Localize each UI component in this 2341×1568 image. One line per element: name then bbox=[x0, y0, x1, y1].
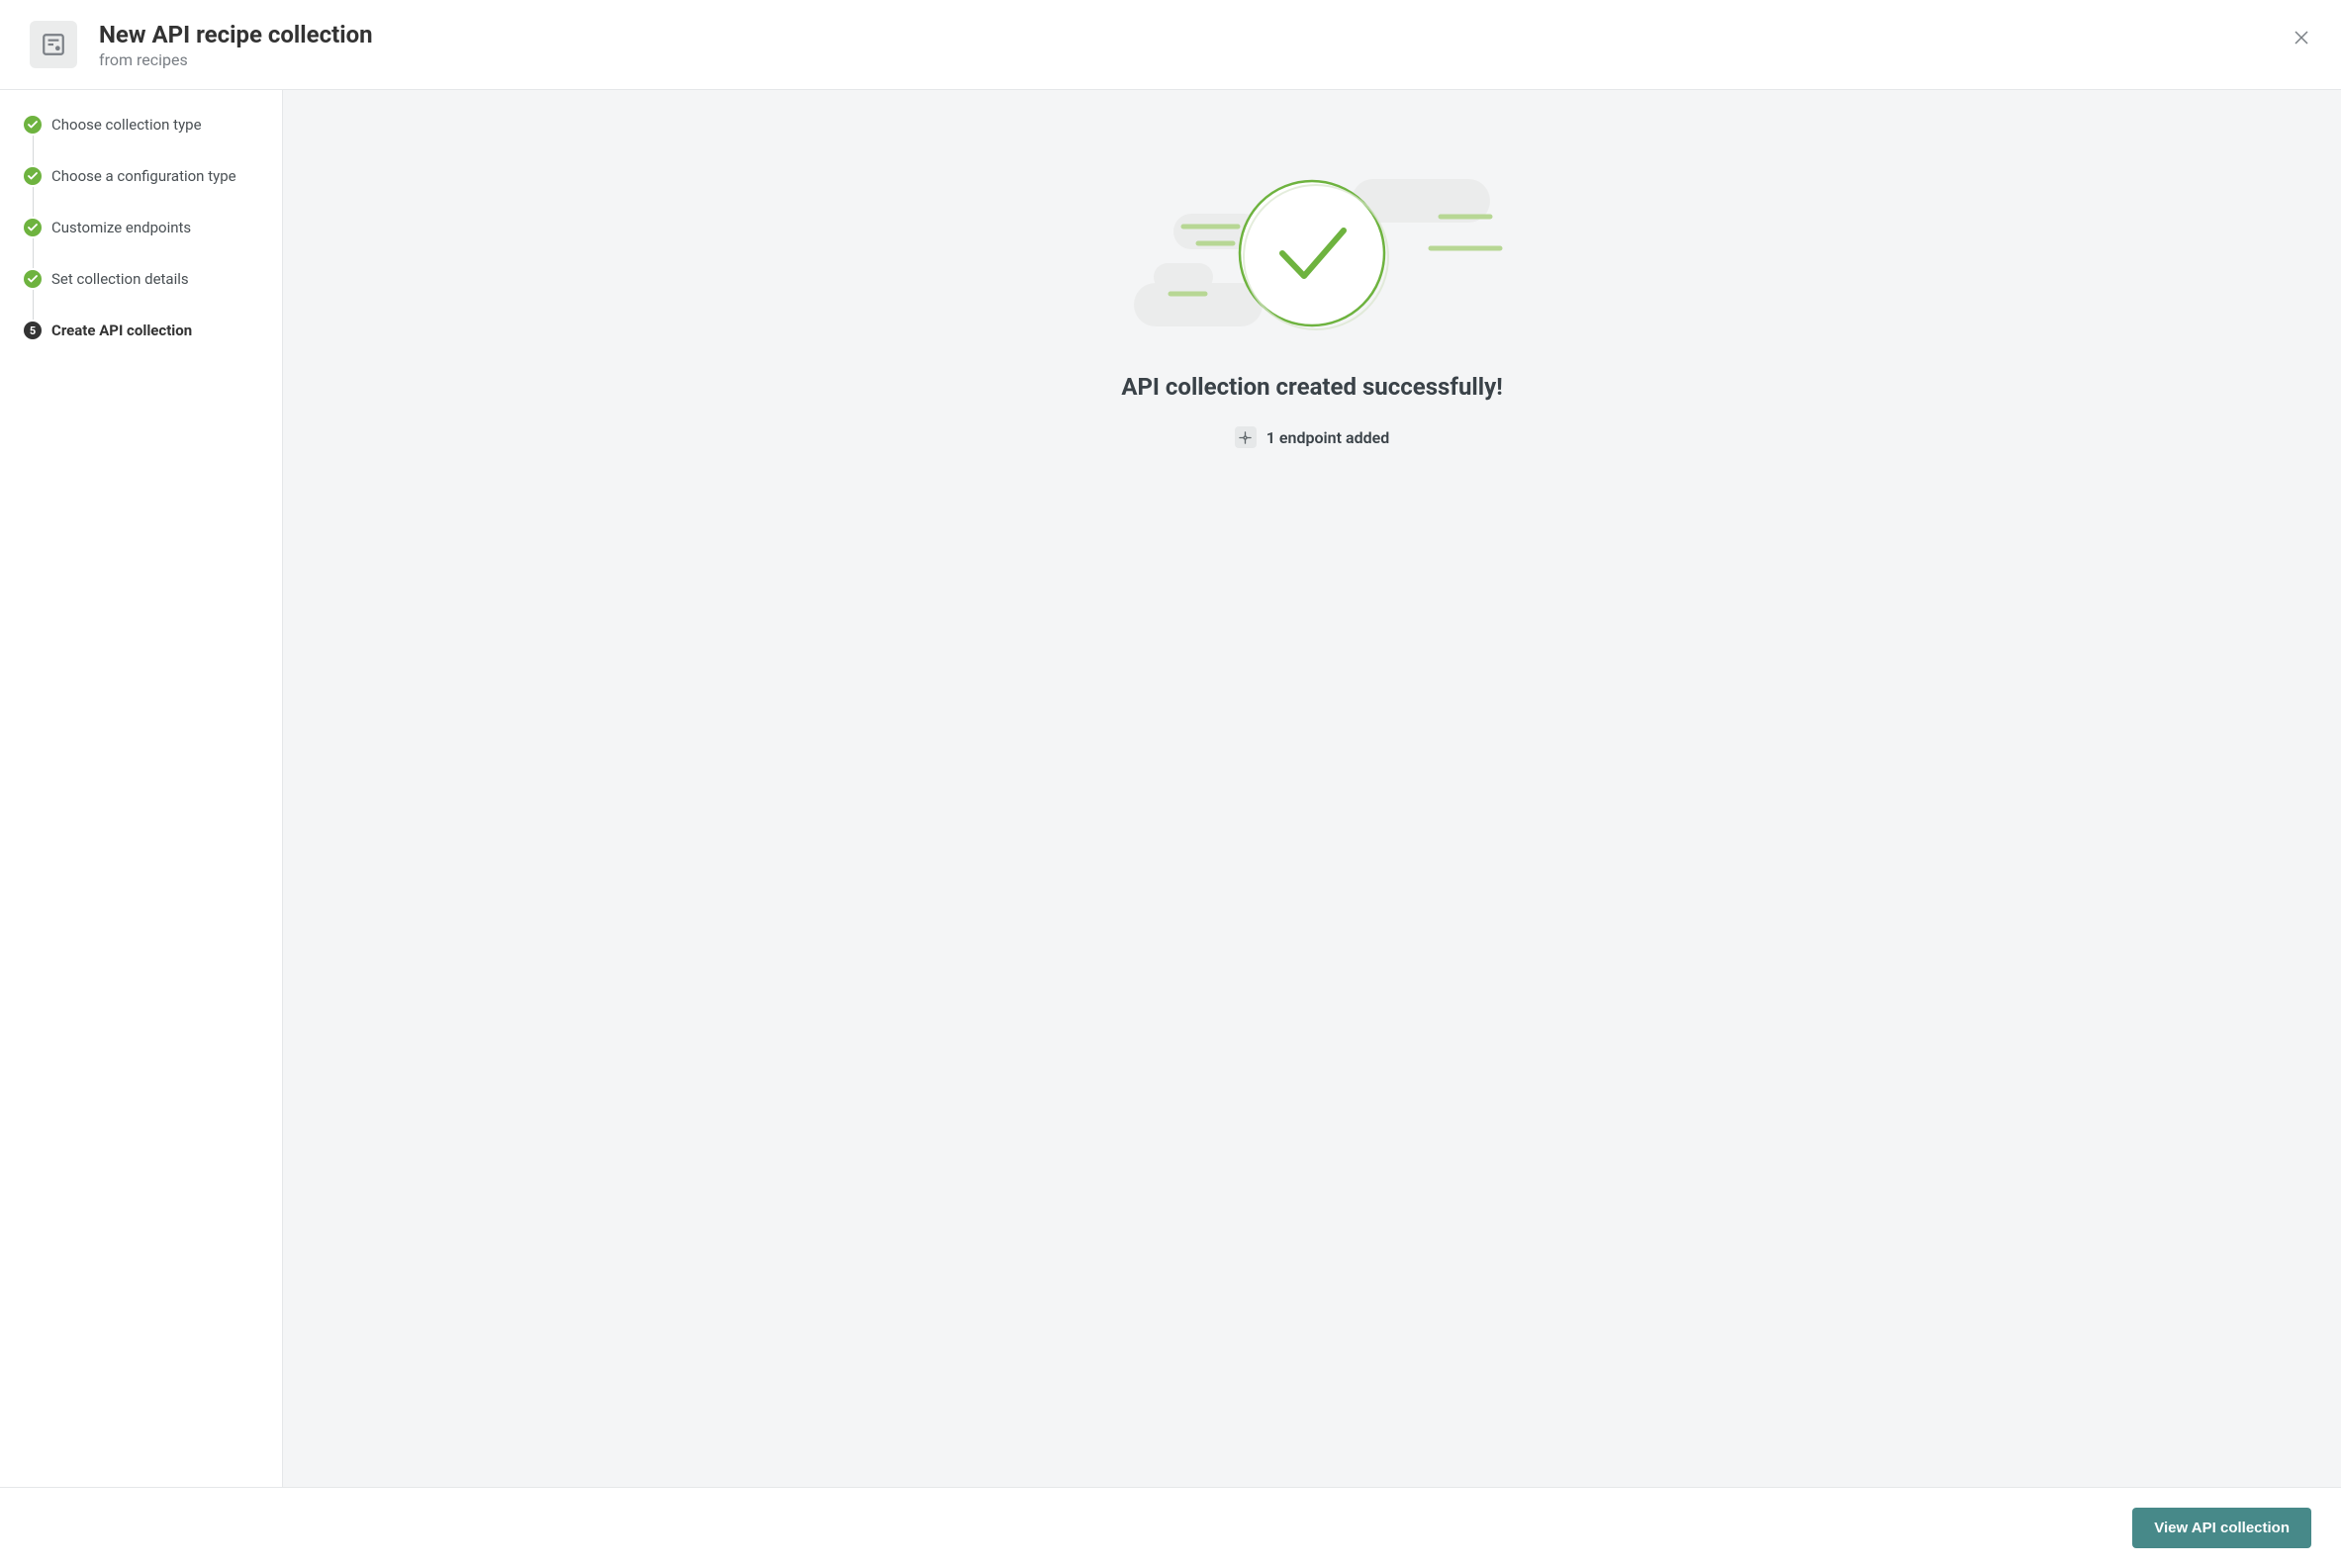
check-icon bbox=[24, 270, 42, 288]
step-choose-collection-type[interactable]: Choose collection type bbox=[24, 116, 258, 167]
endpoint-summary: 1 endpoint added bbox=[1235, 426, 1389, 448]
footer: View API collection bbox=[0, 1487, 2341, 1568]
collection-icon bbox=[30, 21, 77, 68]
step-label: Choose collection type bbox=[51, 116, 202, 134]
step-create-api-collection[interactable]: 5 Create API collection bbox=[24, 322, 258, 339]
endpoint-icon bbox=[1235, 426, 1257, 448]
step-label: Choose a configuration type bbox=[51, 167, 236, 185]
header: New API recipe collection from recipes bbox=[0, 0, 2341, 90]
step-choose-configuration-type[interactable]: Choose a configuration type bbox=[24, 167, 258, 219]
step-customize-endpoints[interactable]: Customize endpoints bbox=[24, 219, 258, 270]
main-content: API collection created successfully! 1 e… bbox=[283, 90, 2341, 1487]
close-icon bbox=[2294, 30, 2309, 46]
page-title: New API recipe collection bbox=[99, 20, 373, 50]
check-icon bbox=[24, 219, 42, 236]
step-number-badge: 5 bbox=[24, 322, 42, 339]
success-illustration bbox=[1114, 169, 1510, 337]
endpoint-text: 1 endpoint added bbox=[1266, 428, 1389, 447]
steps-list: Choose collection type Choose a configur… bbox=[24, 116, 258, 339]
sidebar: Choose collection type Choose a configur… bbox=[0, 90, 283, 1487]
success-title: API collection created successfully! bbox=[1121, 373, 1502, 401]
close-button[interactable] bbox=[2290, 26, 2313, 53]
step-label: Create API collection bbox=[51, 322, 192, 339]
page-subtitle: from recipes bbox=[99, 50, 373, 69]
step-label: Set collection details bbox=[51, 270, 189, 288]
check-icon bbox=[24, 167, 42, 185]
step-label: Customize endpoints bbox=[51, 219, 191, 236]
check-icon bbox=[24, 116, 42, 134]
step-set-collection-details[interactable]: Set collection details bbox=[24, 270, 258, 322]
view-api-collection-button[interactable]: View API collection bbox=[2132, 1508, 2311, 1548]
